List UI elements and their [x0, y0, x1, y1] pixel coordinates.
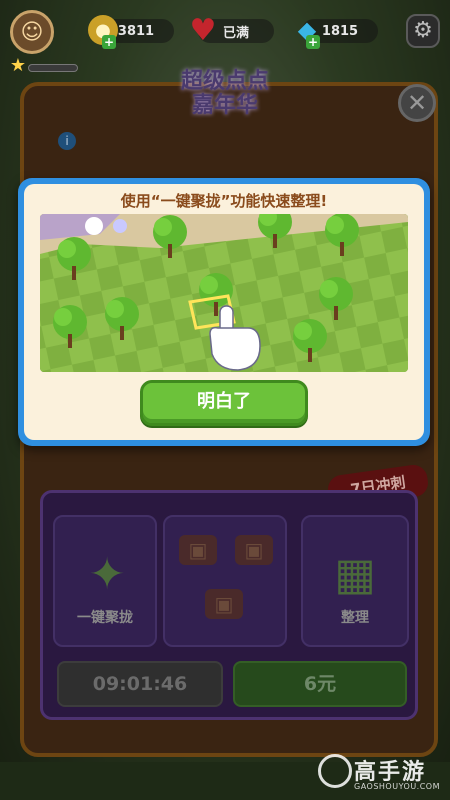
- heart-icon: ♥: [189, 12, 217, 48]
- got-it-button[interactable]: 明白了: [140, 380, 308, 426]
- event-title-line1: 超级点点: [180, 69, 269, 94]
- gems-counter[interactable]: ◆ + 1815: [298, 16, 378, 49]
- tutorial-illustration: [40, 214, 408, 372]
- chest-icon: ▣: [179, 535, 217, 565]
- countdown-timer: 09:01:46: [57, 661, 223, 707]
- dialog-heading: 使用“一键聚拢”功能快速整理!: [120, 192, 328, 210]
- xp-progress-bar: [28, 64, 78, 72]
- hearts-counter[interactable]: ♥ 已满: [190, 13, 274, 48]
- offer-box: ✦ 一键聚拢 ▣ ▣ ▣ ▦ 整理 09:01:46 6元: [40, 490, 418, 720]
- tutorial-scene-svg: [40, 214, 408, 372]
- close-icon[interactable]: ✕: [398, 84, 436, 122]
- settings-gear-icon[interactable]: ⚙: [406, 14, 440, 48]
- buy-button[interactable]: 6元: [233, 661, 407, 707]
- add-coins-icon[interactable]: +: [102, 35, 116, 49]
- event-title-line2: 嘉年华: [191, 93, 258, 118]
- organize-label: 整理: [341, 610, 369, 626]
- tutorial-dialog: 使用“一键聚拢”功能快速整理! 明白了: [18, 178, 430, 446]
- tutorial-dialog-body: 使用“一键聚拢”功能快速整理! 明白了: [24, 184, 424, 440]
- level-star-icon: ★: [9, 55, 27, 76]
- add-gems-icon[interactable]: +: [306, 35, 320, 49]
- watermark-logo: 高手游 GAOSHOUYOU.COM: [318, 752, 448, 798]
- coins-counter[interactable]: ● + 3811: [88, 15, 174, 49]
- watermark-sub: GAOSHOUYOU.COM: [354, 782, 441, 791]
- top-hud: ☺ ★ ● + 3811 ♥ 已满 ◆ + 1815 ⚙: [0, 0, 450, 76]
- offer-organize-card: ▦ 整理: [301, 515, 409, 647]
- chest-icon: ▣: [235, 535, 273, 565]
- watermark-logo-icon: [318, 754, 352, 788]
- organize-board-icon: ▦: [334, 549, 376, 600]
- offer-chests-card: ▣ ▣ ▣: [163, 515, 287, 647]
- chest-icon: ▣: [205, 589, 243, 619]
- magic-wand-icon: ✦: [88, 549, 126, 600]
- hearts-value: 已满: [222, 25, 249, 41]
- offer-gather-card: ✦ 一键聚拢: [53, 515, 157, 647]
- coins-value: 3811: [117, 23, 155, 39]
- info-icon[interactable]: i: [58, 132, 76, 150]
- gems-value: 1815: [321, 23, 359, 39]
- gather-label: 一键聚拢: [77, 610, 133, 626]
- player-avatar[interactable]: ☺: [10, 10, 54, 54]
- event-title: 超级点点 嘉年华: [150, 70, 300, 118]
